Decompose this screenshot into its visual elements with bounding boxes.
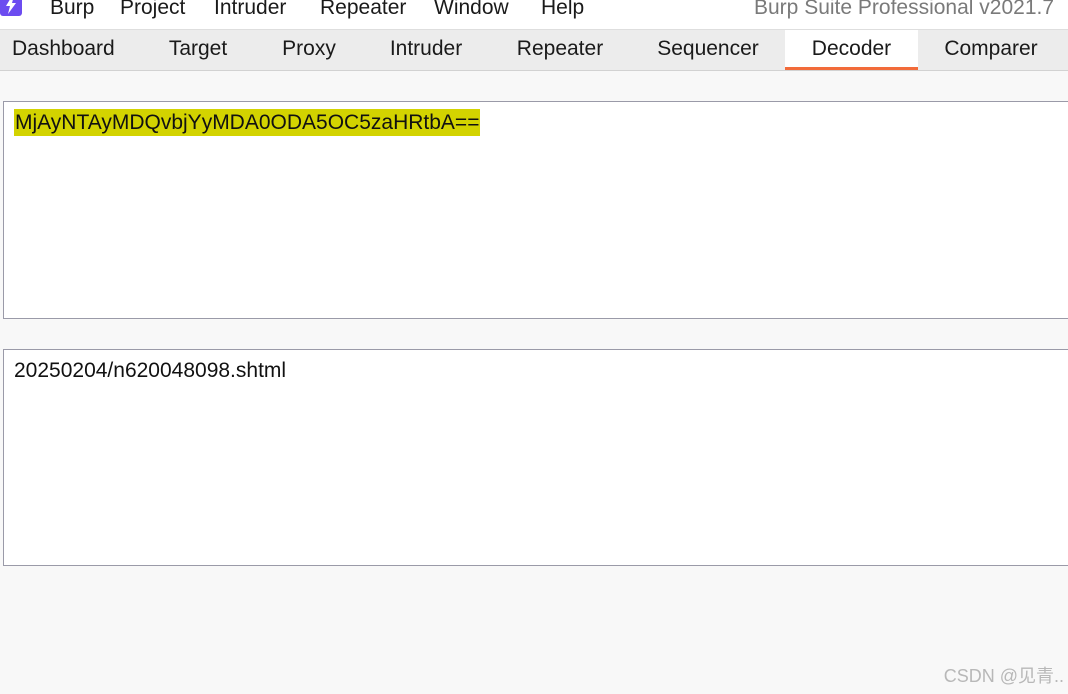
tab-sequencer[interactable]: Sequencer (632, 30, 784, 70)
burp-lightning-icon (0, 0, 22, 16)
menu-help[interactable]: Help (541, 0, 584, 22)
tab-comparer[interactable]: Comparer (918, 30, 1064, 70)
menu-bar: Burp Project Intruder Repeater Window He… (0, 0, 1068, 30)
decoder-input-text[interactable]: MjAyNTAyMDQvbjYyMDA0ODA5OC5zaHRtbA== (14, 109, 481, 136)
decoder-input-pane[interactable]: MjAyNTAyMDQvbjYyMDA0ODA5OC5zaHRtbA== (3, 101, 1068, 319)
menu-burp[interactable]: Burp (50, 0, 94, 22)
tab-intruder[interactable]: Intruder (364, 30, 488, 70)
tab-decoder[interactable]: Decoder (785, 30, 918, 70)
decoder-output-pane[interactable]: 20250204/n620048098.shtml (3, 349, 1068, 566)
main-tab-bar: Dashboard Target Proxy Intruder Repeater… (0, 30, 1068, 71)
tab-proxy[interactable]: Proxy (254, 30, 364, 70)
tab-target[interactable]: Target (142, 30, 254, 70)
menu-project[interactable]: Project (120, 0, 185, 22)
app-title: Burp Suite Professional v2021.7 (754, 0, 1055, 19)
decoder-output-text[interactable]: 20250204/n620048098.shtml (14, 357, 286, 384)
menu-repeater[interactable]: Repeater (320, 0, 406, 22)
menu-intruder[interactable]: Intruder (214, 0, 286, 22)
tab-dashboard[interactable]: Dashboard (0, 30, 142, 70)
tab-repeater[interactable]: Repeater (488, 30, 632, 70)
watermark: CSDN @见青.. (943, 666, 1064, 686)
menu-window[interactable]: Window (434, 0, 509, 22)
